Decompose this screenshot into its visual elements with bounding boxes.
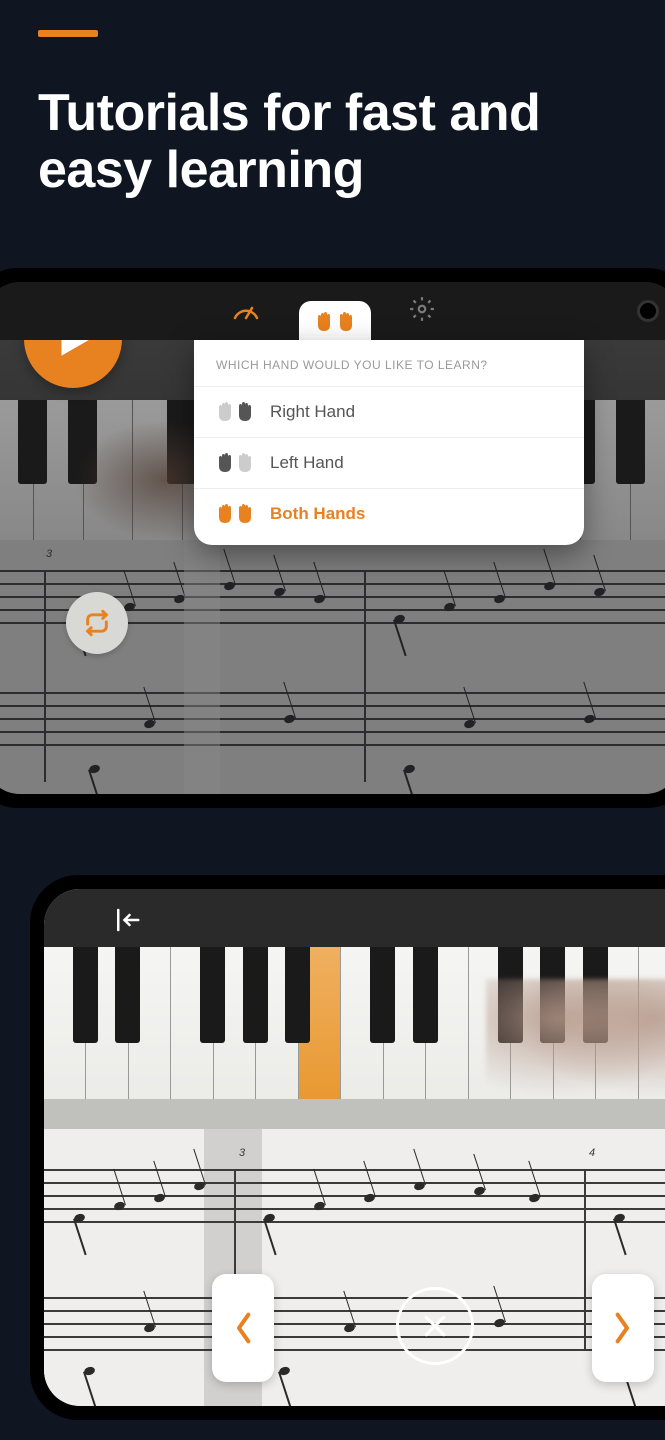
accent-bar xyxy=(38,30,98,37)
close-button[interactable] xyxy=(396,1287,474,1365)
sheet-music-area: 3 4 xyxy=(44,1129,665,1406)
player-toolbar xyxy=(0,282,665,340)
option-label: Left Hand xyxy=(270,453,344,473)
fingering-number: 4 xyxy=(589,1147,595,1159)
hand-selection-popover: WHICH HAND WOULD YOU LIKE TO LEARN? Righ… xyxy=(194,340,584,545)
phone-camera xyxy=(637,300,659,322)
hands-tab[interactable] xyxy=(299,301,371,341)
headline: Tutorials for fast and easy learning xyxy=(38,85,635,199)
previous-button[interactable] xyxy=(212,1274,274,1382)
phone-mockup-bottom: 3 4 xyxy=(30,875,665,1420)
phone-mockup-top: WHICH HAND WOULD YOU LIKE TO LEARN? Righ… xyxy=(0,268,665,808)
loop-button[interactable] xyxy=(66,592,128,654)
next-button[interactable] xyxy=(592,1274,654,1382)
option-label: Right Hand xyxy=(270,402,355,422)
speed-icon[interactable] xyxy=(231,298,261,325)
option-left-hand[interactable]: Left Hand xyxy=(194,437,584,488)
hands-icon xyxy=(216,401,254,423)
sheet-music-area: 3 xyxy=(0,540,665,794)
popover-title: WHICH HAND WOULD YOU LIKE TO LEARN? xyxy=(194,340,584,386)
gear-icon[interactable] xyxy=(409,296,435,327)
option-right-hand[interactable]: Right Hand xyxy=(194,386,584,437)
hands-icon xyxy=(216,503,254,525)
fingering-number: 3 xyxy=(239,1147,245,1159)
option-both-hands[interactable]: Both Hands xyxy=(194,488,584,539)
hands-icon xyxy=(216,452,254,474)
back-button[interactable] xyxy=(112,905,146,939)
option-label: Both Hands xyxy=(270,504,365,524)
